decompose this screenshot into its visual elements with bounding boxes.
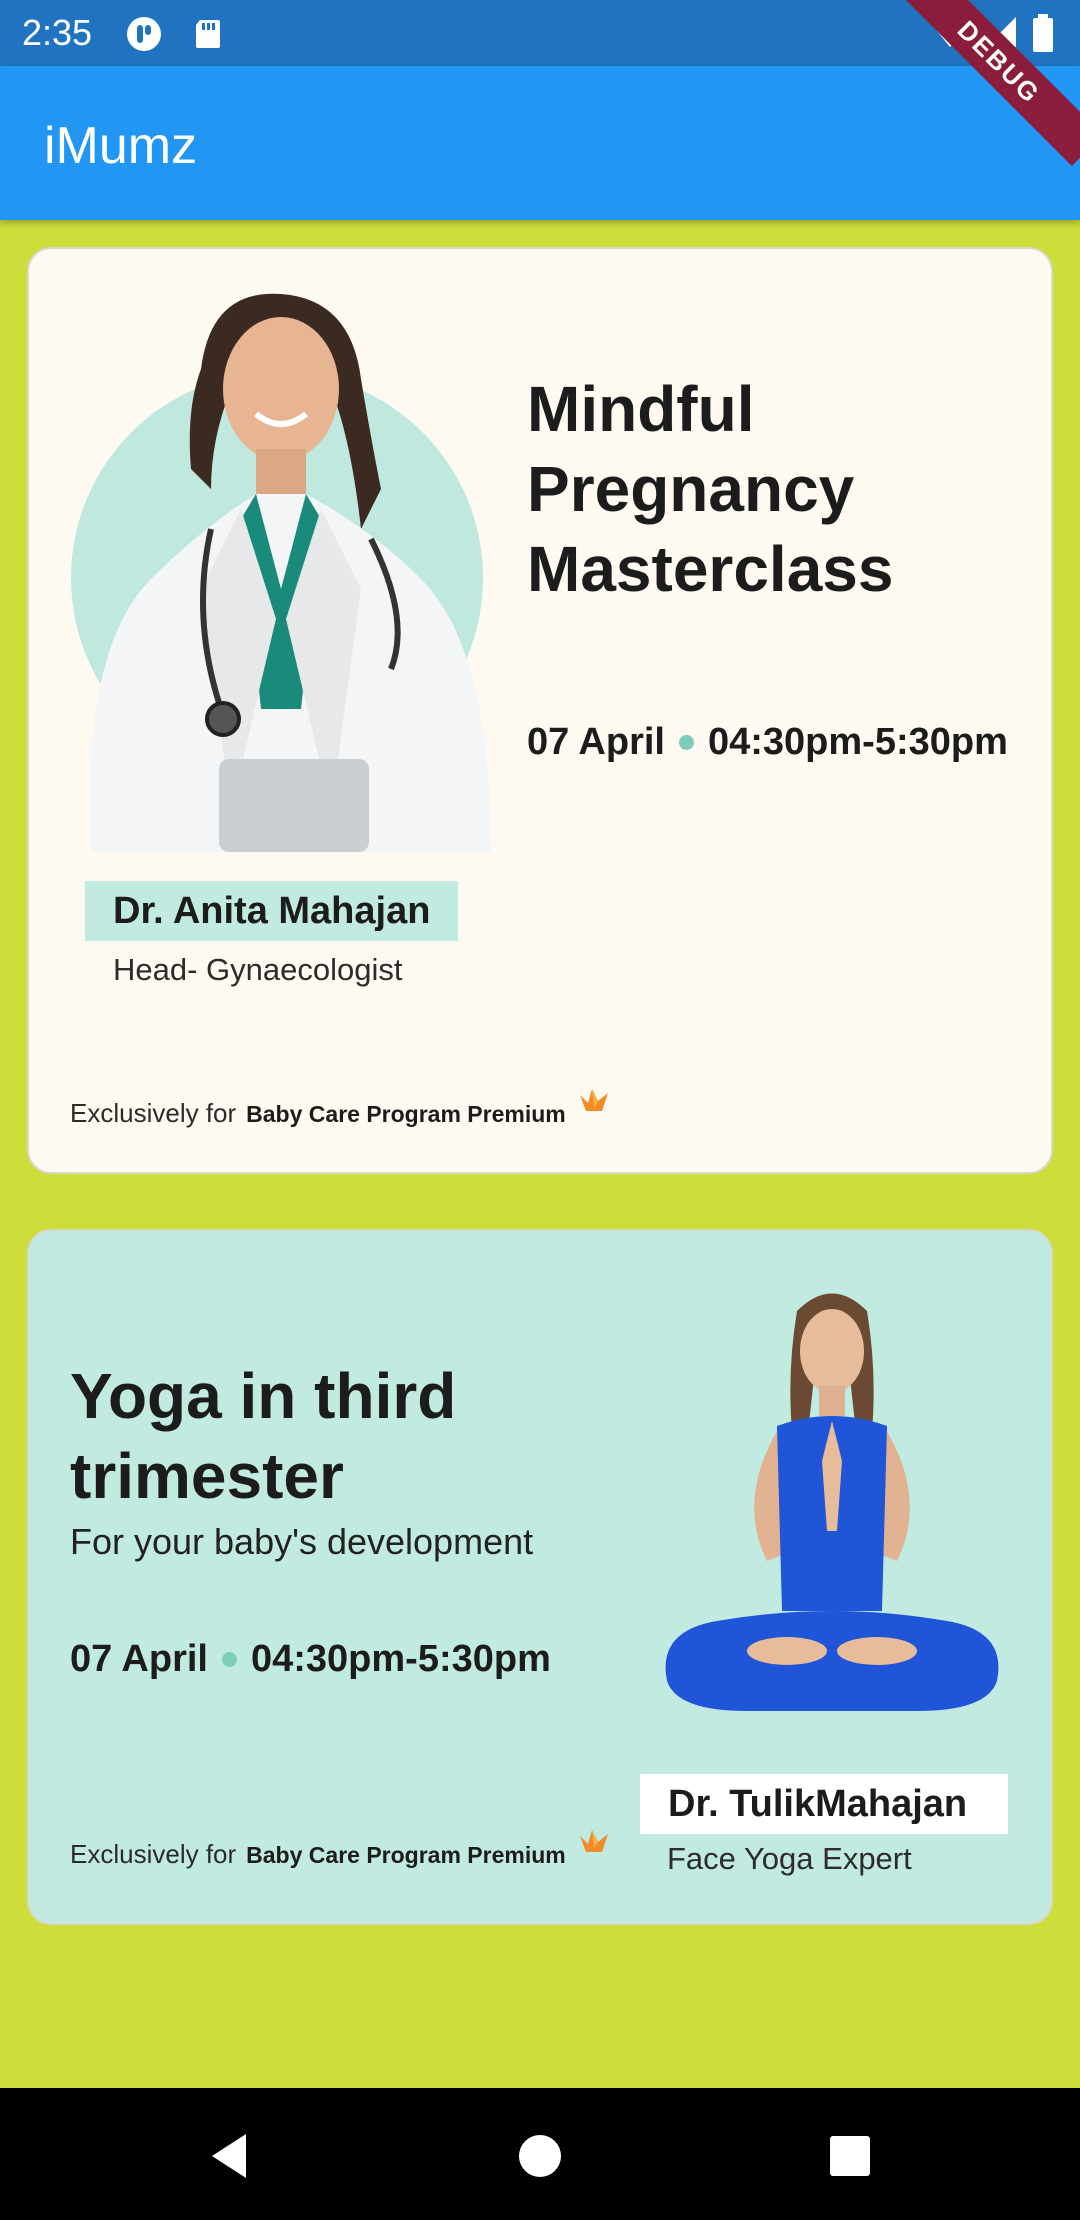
speaker-name: Dr. TulikMahajan (640, 1774, 1008, 1834)
event-schedule: 07 April 04:30pm-5:30pm (70, 1638, 551, 1681)
yoga-instructor-image (665, 1293, 999, 1711)
app-title: iMumz (44, 117, 198, 175)
separator-dot (221, 1652, 237, 1667)
event-schedule: 07 April 04:30pm-5:30pm (527, 721, 1008, 764)
event-date: 07 April (527, 721, 665, 763)
doctor-portrait-image (89, 293, 491, 852)
event-time: 04:30pm-5:30pm (707, 721, 1008, 763)
yoga-card[interactable]: Yoga in third trimester For your baby's … (27, 1229, 1053, 1925)
masterclass-card[interactable]: Mindful Pregnancy Masterclass 07 April 0… (27, 247, 1053, 1174)
exclusive-prefix: Exclusively for (70, 1839, 237, 1869)
card-subtitle: For your baby's development (70, 1521, 534, 1562)
speaker-name: Dr. Anita Mahajan (85, 881, 459, 941)
app-bar: iMumz (0, 66, 1080, 220)
event-date: 07 April (70, 1638, 208, 1680)
system-nav-bar (0, 2088, 1080, 2220)
battery-icon (1033, 14, 1053, 52)
premium-crown-icon (580, 1089, 608, 1111)
exclusive-note: Exclusively for Baby Care Program Premiu… (70, 1098, 566, 1129)
recents-icon[interactable] (822, 2128, 878, 2184)
speaker-role: Face Yoga Expert (667, 1841, 912, 1876)
home-icon[interactable] (512, 2128, 568, 2184)
exclusive-note: Exclusively for Baby Care Program Premiu… (70, 1839, 566, 1870)
back-icon[interactable] (204, 2128, 260, 2184)
speaker-role: Head- Gynaecologist (113, 952, 403, 987)
status-time: 2:35 (22, 12, 93, 53)
exclusive-program: Baby Care Program Premium (246, 1101, 566, 1127)
event-time: 04:30pm-5:30pm (250, 1638, 551, 1680)
notification-app-icon (127, 17, 161, 51)
sd-card-icon (196, 20, 220, 48)
exclusive-program: Baby Care Program Premium (246, 1842, 566, 1868)
separator-dot (678, 735, 694, 750)
premium-crown-icon (580, 1830, 608, 1852)
exclusive-prefix: Exclusively for (70, 1098, 237, 1128)
card-title: Yoga in third trimester (70, 1360, 457, 1512)
card-title: Mindful Pregnancy Masterclass (527, 373, 894, 605)
